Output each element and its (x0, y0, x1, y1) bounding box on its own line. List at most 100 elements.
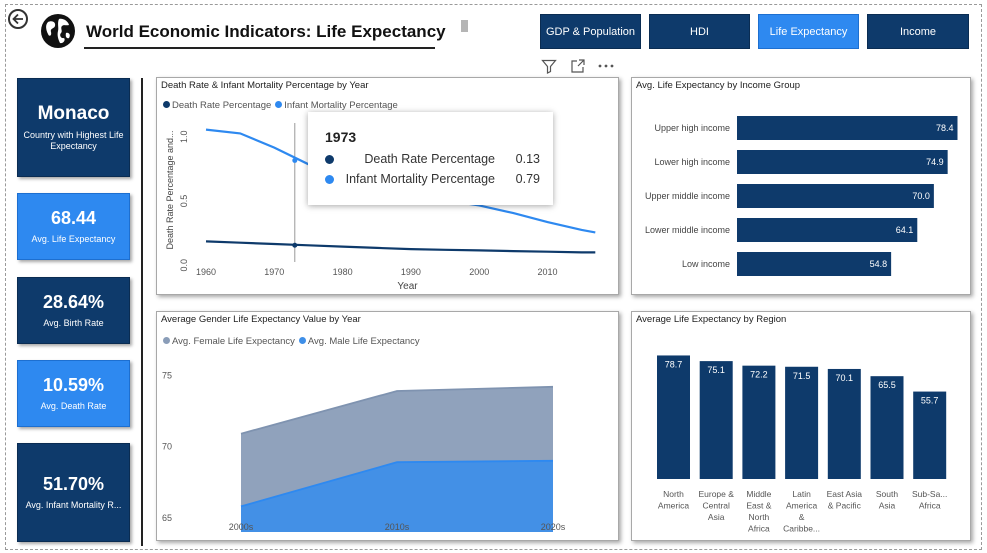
region-bar (870, 376, 904, 479)
kpi-card-avg-death-rate: 10.59% Avg. Death Rate (17, 360, 130, 427)
region-bar (742, 365, 776, 479)
kpi-card-avg-birth-rate: 28.64% Avg. Birth Rate (17, 277, 130, 344)
category-label: Lower middle income (645, 225, 730, 235)
page-title: World Economic Indicators: Life Expectan… (86, 22, 446, 41)
income-bar (737, 116, 958, 140)
x-tick-label: 1980 (333, 267, 353, 277)
nav-hdi-button[interactable]: HDI (649, 14, 750, 49)
x-tick-label: 2000 (469, 267, 489, 277)
region-bar (785, 366, 819, 479)
data-label: 64.1 (896, 225, 914, 235)
region-bar (657, 355, 690, 479)
income-bar (737, 184, 934, 208)
scroll-indicator (461, 20, 468, 32)
region-bar (827, 368, 861, 479)
category-label: North (663, 489, 684, 499)
vertical-divider (141, 78, 143, 546)
category-label: Asia (879, 501, 896, 511)
series-line-death-rate (205, 240, 596, 254)
kpi-value: 28.64% (42, 292, 105, 312)
kpi-value: Monaco (37, 103, 110, 124)
y-tick-label: 0.0 (179, 259, 189, 272)
category-label: Asia (708, 512, 725, 522)
filter-icon[interactable] (541, 58, 557, 74)
data-label: 78.7 (665, 359, 683, 369)
x-axis-title: Year (397, 281, 418, 292)
category-label: Lower high income (654, 157, 730, 167)
y-tick-label: 0.5 (179, 195, 189, 208)
x-tick-label: 1970 (264, 267, 284, 277)
y-tick-label: 65 (162, 513, 172, 523)
data-label: 74.9 (926, 157, 944, 167)
nav-income-button[interactable]: Income (867, 14, 969, 49)
region-bar (699, 361, 733, 479)
category-label: & (799, 512, 805, 522)
nav-life-expectancy-button[interactable]: Life Expectancy (758, 14, 859, 49)
back-arrow-icon[interactable] (8, 9, 28, 29)
hover-point (292, 157, 298, 163)
category-label: Central (702, 501, 730, 511)
income-group-chart-panel[interactable]: Avg. Life Expectancy by Income Group Upp… (631, 77, 971, 295)
y-axis-title: Death Rate Percentage and... (165, 130, 175, 249)
area-chart-plot: 65 70 75 2000s 2010s 2020s (162, 370, 566, 532)
hover-point (292, 242, 298, 248)
data-label: 70.1 (836, 373, 854, 383)
category-label: Upper middle income (645, 191, 730, 201)
y-tick-label: 1.0 (179, 130, 189, 143)
kpi-value: 51.70% (42, 474, 105, 494)
data-label: 78.4 (936, 123, 954, 133)
region-chart-panel[interactable]: Average Life Expectancy by Region 78.7 No… (631, 311, 971, 541)
category-label: Low income (682, 259, 730, 269)
x-tick-label: 1960 (196, 267, 216, 277)
category-label: Middle (746, 489, 771, 499)
more-options-icon[interactable] (597, 58, 615, 74)
category-label: Europe & (698, 489, 734, 499)
kpi-label: Avg. Birth Rate (43, 318, 104, 328)
category-label: North (749, 512, 770, 522)
income-bar (737, 252, 892, 276)
y-tick-label: 70 (162, 442, 172, 452)
data-label: 75.1 (707, 365, 725, 375)
category-label: Africa (748, 524, 770, 534)
category-label: Upper high income (654, 123, 730, 133)
x-tick-label: 1990 (401, 267, 421, 277)
category-label: America (658, 501, 689, 511)
data-label: 70.0 (912, 191, 930, 201)
x-tick-label: 2010s (385, 522, 410, 532)
data-label: 72.2 (750, 370, 768, 380)
gender-life-expectancy-panel[interactable]: Average Gender Life Expectancy Value by … (156, 311, 619, 541)
category-label: Latin (792, 489, 811, 499)
kpi-label: Avg. Infant Mortality R... (25, 500, 122, 510)
x-tick-label: 2020s (541, 522, 566, 532)
data-label: 65.5 (878, 380, 896, 390)
category-label: & Pacific (828, 501, 862, 511)
y-tick-label: 75 (162, 370, 172, 380)
kpi-card-top-country: Monaco Country with Highest Life Expecta… (17, 78, 130, 177)
category-label: East & (746, 501, 771, 511)
category-label: Caribbe... (783, 524, 820, 534)
category-label: East Asia (827, 489, 863, 499)
tooltip-year: 1973 (325, 129, 357, 145)
nav-gdp-population-button[interactable]: GDP & Population (540, 14, 641, 49)
data-label: 55.7 (921, 396, 939, 406)
title-underline (84, 47, 435, 49)
kpi-label: Avg. Life Expectancy (31, 234, 116, 244)
kpi-value: 10.59% (42, 375, 105, 395)
category-label: Sub-Sa... (912, 489, 947, 499)
category-label: America (786, 501, 817, 511)
chart-tooltip: 1973 Death Rate Percentage 0.13 Infant M… (308, 112, 553, 205)
kpi-card-avg-life-expectancy: 68.44 Avg. Life Expectancy (17, 193, 130, 260)
income-bar (737, 218, 918, 242)
income-bar (737, 150, 948, 174)
data-label: 54.8 (870, 259, 888, 269)
region-bar-plot: 78.7NorthAmerica75.1Europe &CentralAsia7… (657, 355, 947, 534)
kpi-value: 68.44 (50, 208, 97, 228)
income-bar-plot: Upper high income 78.4 Lower high income 74… (645, 116, 958, 276)
kpi-card-avg-infant-mortality: 51.70% Avg. Infant Mortality R... (17, 443, 130, 542)
kpi-label: Country with Highest Life Expectancy (23, 130, 124, 151)
category-label: South (876, 489, 898, 499)
category-label: Africa (919, 501, 941, 511)
globe-icon (41, 14, 75, 48)
x-tick-label: 2010 (538, 267, 558, 277)
focus-mode-icon[interactable] (570, 58, 586, 74)
